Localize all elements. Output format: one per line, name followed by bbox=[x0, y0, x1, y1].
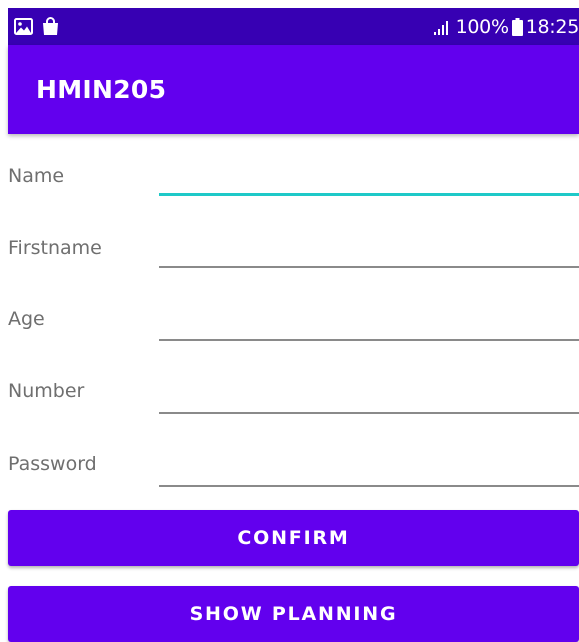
name-input-underline bbox=[159, 193, 579, 196]
image-icon bbox=[14, 18, 33, 35]
password-label: Password bbox=[8, 453, 97, 475]
status-notifications bbox=[14, 17, 59, 36]
shopping-bag-icon bbox=[42, 17, 59, 36]
password-row: Password bbox=[8, 453, 579, 513]
status-bar: 100% 18:25 bbox=[8, 8, 579, 45]
age-row: Age bbox=[8, 308, 579, 368]
number-input-underline bbox=[159, 412, 579, 414]
number-label: Number bbox=[8, 380, 85, 402]
confirm-button[interactable]: CONFIRM bbox=[8, 510, 579, 566]
show-planning-button[interactable]: SHOW PLANNING bbox=[8, 586, 579, 642]
password-input-underline bbox=[159, 485, 579, 487]
app-title: HMIN205 bbox=[36, 75, 167, 104]
signal-icon bbox=[433, 19, 453, 35]
firstname-row: Firstname bbox=[8, 237, 579, 297]
age-label: Age bbox=[8, 308, 45, 330]
name-row: Name bbox=[8, 165, 579, 225]
status-time: 18:25 bbox=[525, 15, 579, 38]
number-row: Number bbox=[8, 380, 579, 440]
app-bar: HMIN205 bbox=[8, 45, 579, 134]
firstname-input-underline bbox=[159, 266, 579, 268]
firstname-label: Firstname bbox=[8, 237, 102, 259]
password-input[interactable] bbox=[159, 461, 579, 487]
number-input[interactable] bbox=[159, 388, 579, 414]
battery-icon bbox=[511, 17, 523, 36]
status-indicators: 100% 18:25 bbox=[433, 16, 579, 38]
name-label: Name bbox=[8, 165, 65, 187]
age-input-underline bbox=[159, 339, 579, 341]
battery-percent: 100% bbox=[455, 15, 509, 38]
